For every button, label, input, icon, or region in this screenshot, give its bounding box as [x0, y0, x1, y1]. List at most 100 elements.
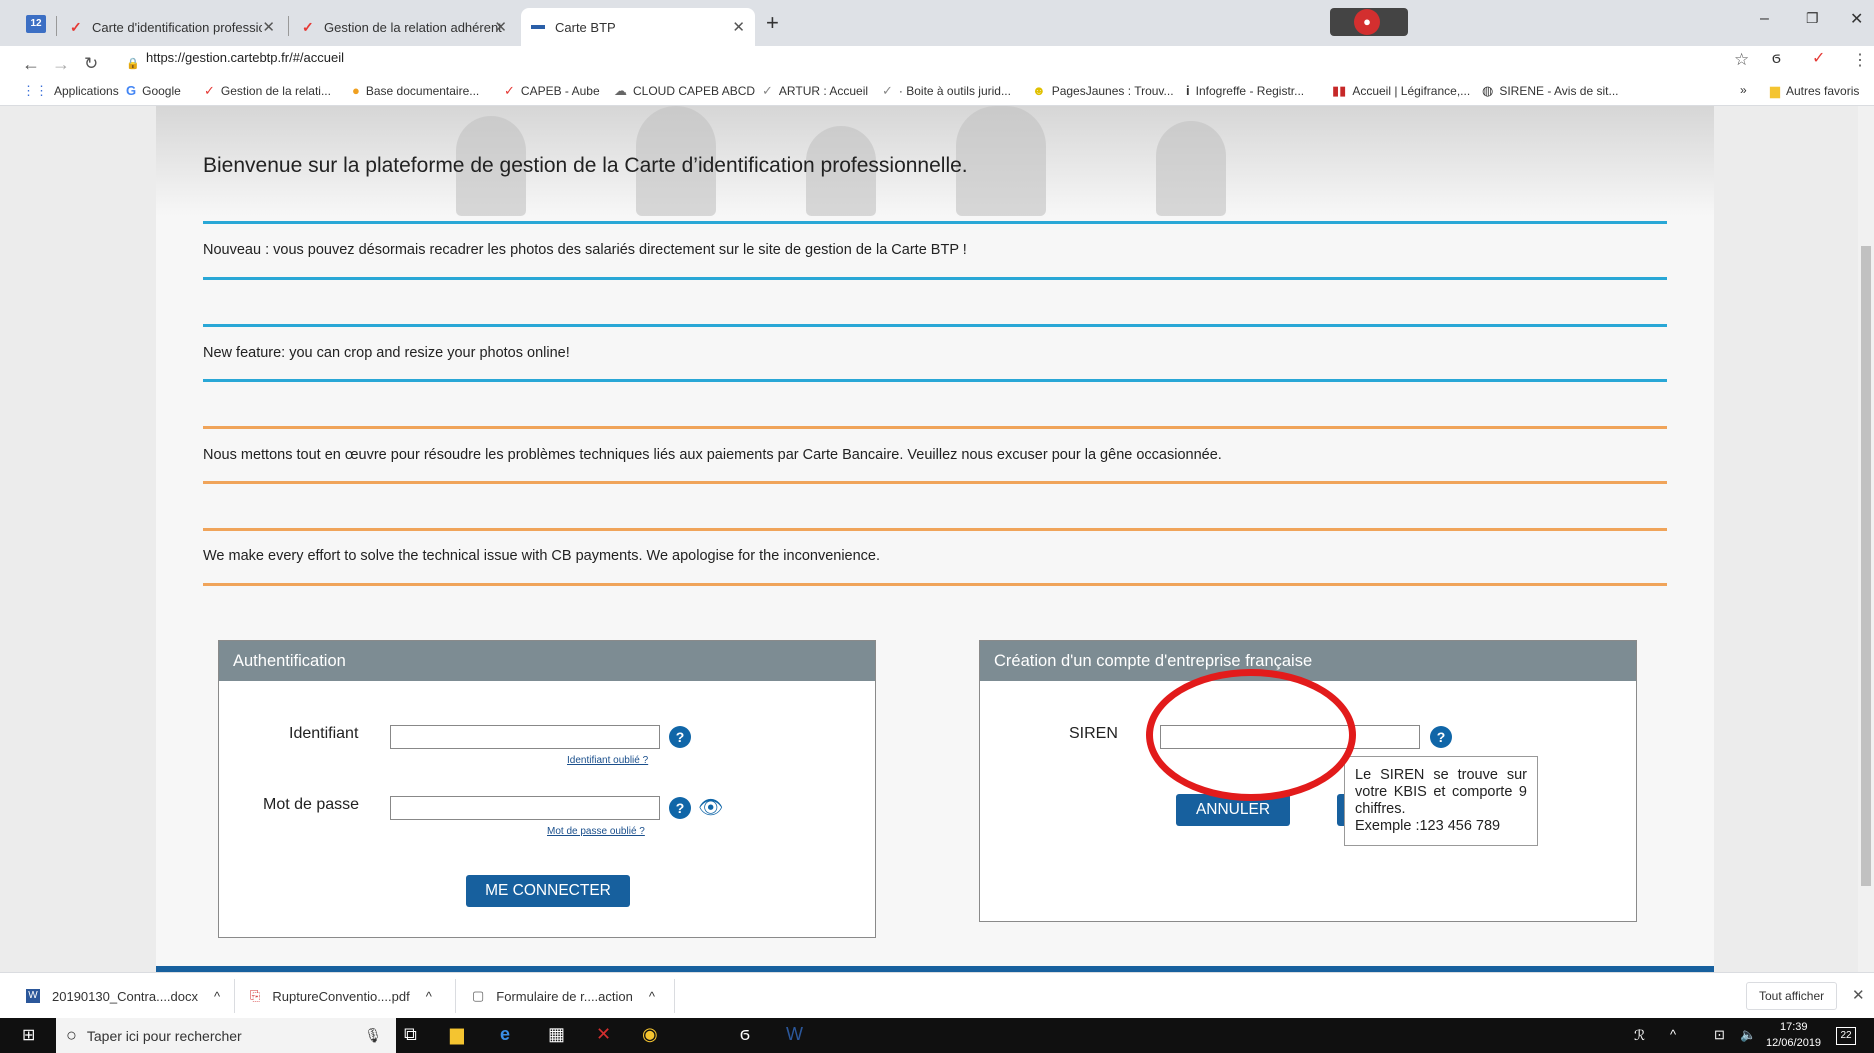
divider [203, 583, 1667, 586]
notice-payment-fr: Nous mettons tout en œuvre pour résoudre… [203, 447, 1222, 463]
auth-panel: Authentification Identifiant ? Identifia… [218, 640, 876, 938]
restore-icon[interactable]: ❐ [1806, 10, 1819, 27]
capeb-logo-icon: ✓ [302, 19, 314, 35]
tab-gestion-relation[interactable]: ✓ Gestion de la relation adhérent ✕ [292, 8, 517, 46]
bookmarks-overflow-icon[interactable]: » [1740, 83, 1747, 97]
divider [203, 277, 1667, 280]
page-viewport: Bienvenue sur la plateforme de gestion d… [0, 106, 1874, 972]
bookmark-infogreffe[interactable]: i Infogreffe - Registr... [1186, 83, 1304, 98]
app-icon[interactable]: ✕ [596, 1024, 611, 1045]
edge-icon[interactable]: e [500, 1024, 510, 1045]
password-forgot-link[interactable]: Mot de passe oublié ? [547, 826, 645, 837]
bookmark-capeb-aube[interactable]: ✓ CAPEB - Aube [504, 83, 600, 99]
capeb-logo-icon: ✓ [204, 83, 215, 98]
help-icon[interactable]: ? [669, 797, 691, 819]
back-icon[interactable]: ← [22, 54, 40, 75]
windows-taskbar: ⊞ ○ Taper ici pour rechercher 🎙 ⧉ ▆ e ▦ … [0, 1018, 1874, 1053]
close-icon[interactable]: ✕ [732, 18, 745, 36]
extension-icon[interactable]: ϭ [1772, 50, 1781, 68]
microphone-icon[interactable]: ● [1354, 9, 1380, 35]
bookmark-base-documentaire[interactable]: ● Base documentaire... [352, 83, 479, 98]
chevron-up-icon[interactable]: ^ [426, 989, 432, 1004]
globe-icon: ◍ [1482, 83, 1494, 98]
divider [203, 528, 1667, 531]
auth-panel-title: Authentification [219, 641, 875, 681]
bookmark-artur[interactable]: ✓ ARTUR : Accueil [762, 83, 868, 99]
divider [203, 324, 1667, 327]
chevron-up-icon[interactable]: ^ [649, 989, 655, 1004]
word-icon[interactable]: W [786, 1024, 803, 1045]
download-item[interactable]: ▢ Formulaire de r....action ^ [472, 973, 655, 1019]
capeb-logo-icon: ✓ [762, 83, 773, 98]
help-icon[interactable]: ? [669, 726, 691, 748]
capeb-logo-icon: ✓ [504, 83, 515, 98]
database-icon: ● [352, 83, 360, 98]
bookmark-gestion[interactable]: ✓ Gestion de la relati... [204, 83, 331, 99]
task-view-icon[interactable]: ⧉ [404, 1024, 417, 1045]
notice-photo-en: New feature: you can crop and resize you… [203, 345, 570, 361]
notification-center-icon[interactable]: 22 [1836, 1027, 1856, 1045]
bookmark-star-icon[interactable]: ☆ [1734, 50, 1749, 70]
tab-carte-btp[interactable]: Carte BTP ✕ [521, 8, 755, 46]
profile-extension-icon[interactable]: ✓ [1812, 48, 1825, 68]
divider [203, 481, 1667, 484]
close-icon[interactable]: ✕ [494, 18, 507, 36]
microphone-icon[interactable]: 🎙 [364, 1027, 382, 1044]
identifiant-forgot-link[interactable]: Identifiant oublié ? [567, 755, 648, 766]
pagesjaunes-icon: ☻ [1032, 83, 1046, 98]
download-item[interactable]: W 20190130_Contra....docx ^ [26, 973, 220, 1019]
forward-icon[interactable]: → [52, 54, 70, 75]
taskbar-search[interactable]: ○ Taper ici pour rechercher 🎙 [56, 1018, 396, 1053]
identifiant-input[interactable] [390, 725, 660, 749]
capeb-logo-icon: ✓ [70, 19, 82, 35]
bookmark-applications[interactable]: ⋮⋮ Applications [22, 83, 119, 99]
bookmark-sirene[interactable]: ◍ SIRENE - Avis de sit... [1482, 83, 1619, 99]
help-icon[interactable]: ? [1430, 726, 1452, 748]
bookmark-autres-favoris[interactable]: ▆ Autres favoris [1770, 83, 1859, 99]
app-icon[interactable]: ϭ [740, 1024, 750, 1045]
download-item[interactable]: ⎘ RuptureConventio....pdf ^ [250, 973, 432, 1019]
show-all-downloads-button[interactable]: Tout afficher [1746, 982, 1838, 1010]
bookmark-google[interactable]: G Google [126, 83, 181, 98]
chrome-icon[interactable]: ◉ [642, 1024, 658, 1045]
reload-icon[interactable]: ↻ [84, 54, 98, 74]
screen-recorder-widget[interactable]: ● [1330, 8, 1408, 36]
url-field[interactable]: https://gestion.cartebtp.fr/#/accueil [146, 50, 344, 65]
tooltip-example: Exemple :123 456 789 [1355, 818, 1501, 834]
pdf-icon: ⎘ [250, 988, 261, 1003]
window-close-icon[interactable]: ✕ [1850, 9, 1863, 29]
new-tab-icon[interactable]: + [766, 10, 779, 36]
minimize-icon[interactable]: – [1760, 10, 1769, 28]
eye-icon[interactable]: 👁 [698, 795, 723, 820]
bookmark-cloud-capeb[interactable]: ☁ CLOUD CAPEB ABCD [614, 83, 755, 99]
chevron-up-icon[interactable]: ^ [214, 989, 220, 1004]
scrollbar-thumb[interactable] [1861, 246, 1871, 886]
login-button[interactable]: ME CONNECTER [466, 875, 630, 907]
notice-payment-en: We make every effort to solve the techni… [203, 548, 881, 564]
bookmark-pagesjaunes[interactable]: ☻ PagesJaunes : Trouv... [1032, 83, 1174, 98]
bookmark-legifrance[interactable]: ▮▮ Accueil | Légifrance,... [1332, 83, 1470, 99]
clock-time[interactable]: 17:39 [1780, 1021, 1808, 1033]
close-icon[interactable]: ✕ [1852, 986, 1865, 1004]
notice-photo-fr: Nouveau : vous pouvez désormais recadrer… [203, 242, 967, 258]
password-input[interactable] [390, 796, 660, 820]
volume-icon[interactable]: 🔈 [1740, 1027, 1756, 1043]
word-doc-icon: W [26, 989, 40, 1003]
clock-date[interactable]: 12/06/2019 [1766, 1037, 1821, 1049]
people-icon[interactable]: ℛ [1634, 1027, 1645, 1044]
file-explorer-icon[interactable]: ▆ [450, 1024, 464, 1045]
tab-counter-icon[interactable]: 12 [26, 15, 46, 33]
annotation-circle [1146, 669, 1356, 801]
tab-carte-identification[interactable]: ✓ Carte d'identification professionn ✕ [60, 8, 285, 46]
carte-btp-favicon-icon [531, 25, 545, 29]
folder-icon: ▆ [1770, 83, 1780, 98]
menu-icon[interactable]: ⋮ [1852, 50, 1868, 70]
welcome-title: Bienvenue sur la plateforme de gestion d… [203, 154, 968, 177]
close-icon[interactable]: ✕ [262, 18, 275, 36]
page-scrollbar[interactable] [1858, 106, 1874, 972]
tray-chevron-icon[interactable]: ^ [1670, 1027, 1676, 1042]
calculator-icon[interactable]: ▦ [548, 1024, 565, 1045]
bookmark-boite-outils[interactable]: ✓ · Boite à outils jurid... [882, 83, 1011, 99]
windows-start-icon[interactable]: ⊞ [22, 1025, 35, 1045]
network-icon[interactable]: ⊡ [1714, 1027, 1725, 1043]
